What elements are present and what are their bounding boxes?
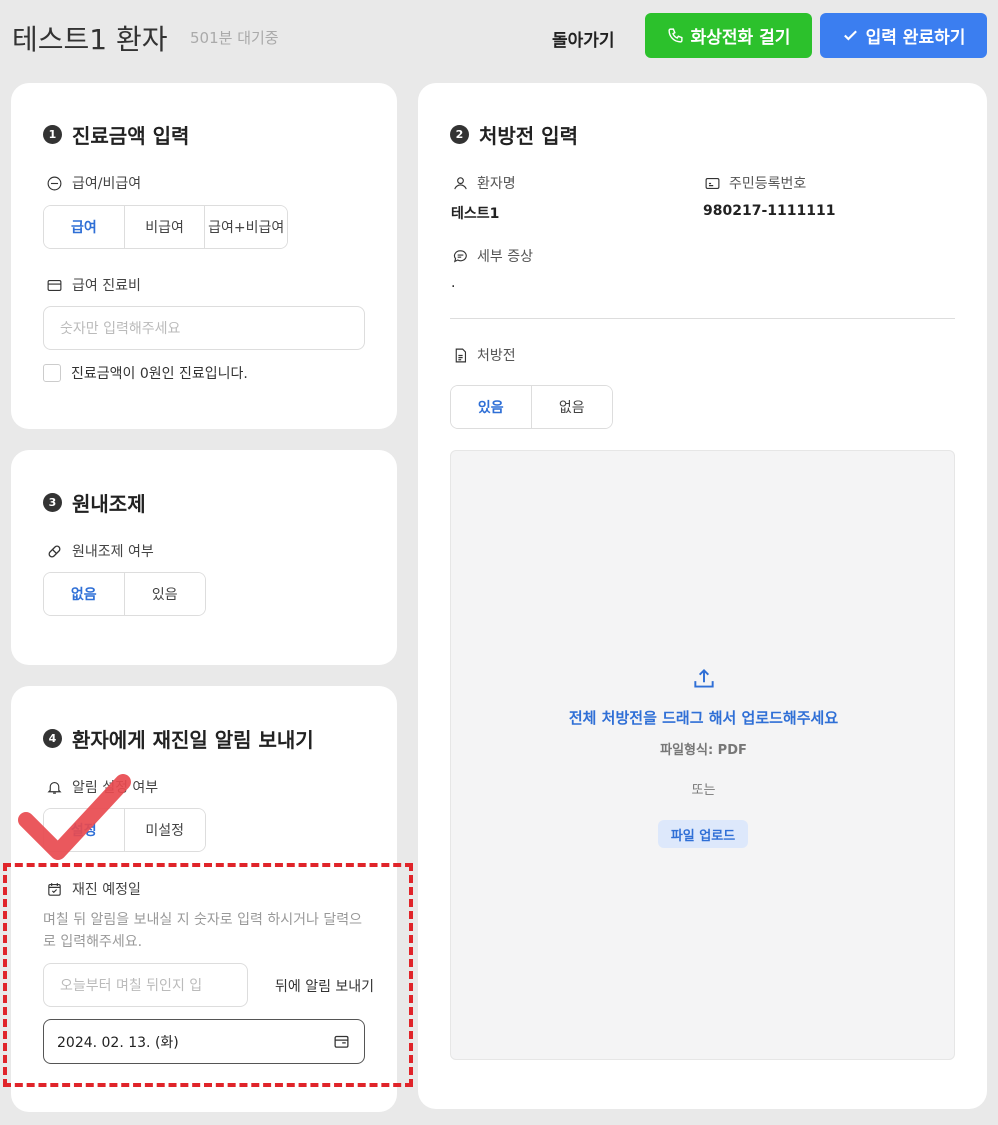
billing-card: 1 진료금액 입력 급여/비급여 급여 비급여 급여+비급여 급여 진료비 숫자… xyxy=(11,83,397,429)
prescription-selector: 있음 없음 xyxy=(450,385,613,429)
file-upload-button[interactable]: 파일 업로드 xyxy=(658,820,748,848)
alarm-option-off[interactable]: 미설정 xyxy=(124,809,205,851)
billing-title: 1 진료금액 입력 xyxy=(43,120,189,149)
symptom-label-text: 세부 증상 xyxy=(477,249,533,265)
billing-type-selector: 급여 비급여 급여+비급여 xyxy=(43,205,288,249)
symptom-value: . xyxy=(451,275,456,291)
symptom-label: 세부 증상 xyxy=(451,246,533,266)
video-call-label: 화상전화 걸기 xyxy=(690,28,791,48)
dispensing-label-text: 원내조제 여부 xyxy=(72,544,154,560)
chat-icon xyxy=(451,247,469,265)
zero-fee-checkbox[interactable] xyxy=(43,364,61,382)
dispensing-card: 3 원내조제 원내조제 여부 없음 있음 xyxy=(11,450,397,665)
rrn-label: 주민등록번호 xyxy=(703,173,806,193)
divider xyxy=(450,318,955,319)
file-dropzone[interactable]: 전체 처방전을 드래그 해서 업로드해주세요 파일형식: PDF 또는 파일 업… xyxy=(450,450,955,1060)
step-number: 2 xyxy=(450,125,469,144)
complete-button[interactable]: 입력 완료하기 xyxy=(820,13,987,58)
prescription-title-text: 처방전 입력 xyxy=(479,124,578,148)
id-card-icon xyxy=(703,174,721,192)
top-bar: 테스트1 환자 501분 대기중 돌아가기 화상전화 걸기 입력 완료하기 xyxy=(0,0,998,72)
user-icon xyxy=(451,174,469,192)
fee-label: 급여 진료비 xyxy=(45,275,141,295)
prescription-label-text: 처방전 xyxy=(477,348,516,364)
prescription-label: 처방전 xyxy=(451,345,516,365)
annotation-checkmark-icon xyxy=(18,774,131,860)
page-title: 테스트1 환자 xyxy=(12,23,168,56)
check-icon xyxy=(842,27,860,45)
revisit-title: 4 환자에게 재진일 알림 보내기 xyxy=(43,724,314,753)
dispensing-option-no[interactable]: 없음 xyxy=(44,573,125,615)
dropzone-file-format: 파일형식: PDF xyxy=(660,743,747,758)
billing-option-both[interactable]: 급여+비급여 xyxy=(205,206,287,248)
fee-label-text: 급여 진료비 xyxy=(72,278,141,294)
dropzone-or: 또는 xyxy=(691,783,716,798)
revisit-title-text: 환자에게 재진일 알림 보내기 xyxy=(72,728,314,752)
prescription-title: 2 처방전 입력 xyxy=(450,120,578,149)
dispensing-option-yes[interactable]: 있음 xyxy=(124,573,205,615)
prescription-option-yes[interactable]: 있음 xyxy=(451,386,532,428)
billing-title-text: 진료금액 입력 xyxy=(72,124,190,148)
patient-name-label: 환자명 xyxy=(451,173,516,193)
dispensing-title: 3 원내조제 xyxy=(43,488,146,517)
billing-option-uncovered[interactable]: 비급여 xyxy=(124,206,206,248)
upload-icon xyxy=(691,666,717,692)
annotation-highlight-box xyxy=(3,863,413,1087)
prescription-option-no[interactable]: 없음 xyxy=(531,386,612,428)
dispensing-label: 원내조제 여부 xyxy=(45,541,154,561)
step-number: 3 xyxy=(43,493,62,512)
document-icon xyxy=(451,346,469,364)
back-button[interactable]: 돌아가기 xyxy=(552,26,615,51)
complete-label: 입력 완료하기 xyxy=(865,28,966,48)
dispensing-title-text: 원내조제 xyxy=(72,492,146,516)
won-coin-icon xyxy=(45,174,63,192)
zero-fee-row[interactable]: 진료금액이 0원인 진료입니다. xyxy=(43,363,248,383)
video-call-button[interactable]: 화상전화 걸기 xyxy=(645,13,812,58)
billing-type-label-text: 급여/비급여 xyxy=(72,176,142,192)
phone-icon xyxy=(667,27,685,45)
prescription-card: 2 처방전 입력 환자명 테스트1 주민등록번호 980217-1111111 … xyxy=(418,83,987,1109)
pill-icon xyxy=(45,542,63,560)
fee-input[interactable]: 숫자만 입력해주세요 xyxy=(43,306,365,350)
step-number: 1 xyxy=(43,125,62,144)
dropzone-instruction: 전체 처방전을 드래그 해서 업로드해주세요 xyxy=(568,709,839,727)
billing-option-covered[interactable]: 급여 xyxy=(44,206,125,248)
wait-status: 501분 대기중 xyxy=(190,29,279,47)
card-icon xyxy=(45,276,63,294)
step-number: 4 xyxy=(43,729,62,748)
rrn-value: 980217-1111111 xyxy=(703,203,836,219)
patient-name-value: 테스트1 xyxy=(451,206,500,222)
billing-type-label: 급여/비급여 xyxy=(45,173,141,193)
zero-fee-label: 진료금액이 0원인 진료입니다. xyxy=(71,366,248,382)
rrn-label-text: 주민등록번호 xyxy=(729,176,807,192)
patient-name-label-text: 환자명 xyxy=(477,176,516,192)
dispensing-selector: 없음 있음 xyxy=(43,572,206,616)
